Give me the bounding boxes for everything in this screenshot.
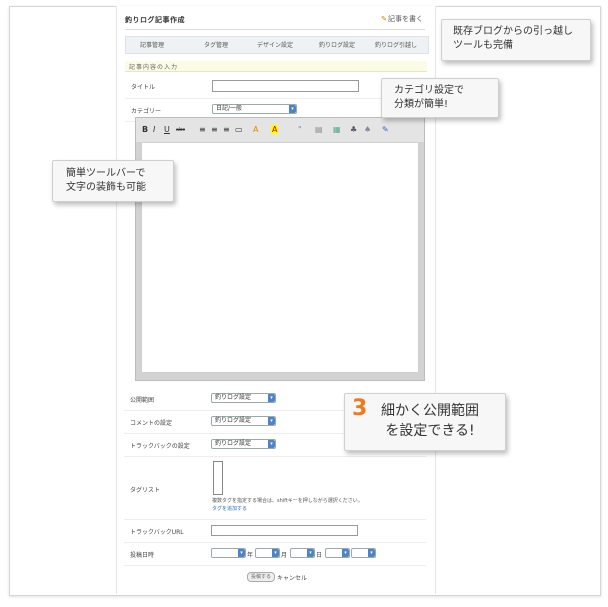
chevron-down-icon: ▾	[342, 549, 349, 557]
title-label: タイトル	[131, 84, 156, 91]
callout-toolbar: 簡単ツールバーで 文字の装飾も可能	[52, 160, 174, 202]
chevron-down-icon: ▾	[268, 417, 275, 425]
post-date-label: 投稿日時	[130, 552, 155, 559]
post-date-row: 投稿日時 ▾ 年 ▾ 月 ▾ 日 ▾ ▾	[124, 543, 426, 566]
pen-icon: ✎	[381, 15, 387, 23]
tab-tag-management[interactable]: タグ管理	[204, 40, 228, 49]
trackback-url-label: トラックバックURL	[130, 529, 184, 536]
chevron-down-icon: ▾	[289, 105, 296, 113]
tag-list-box[interactable]	[213, 461, 223, 495]
quote-button[interactable]: "	[298, 125, 302, 134]
submit-button[interactable]: 投稿する	[247, 572, 275, 582]
category-value: 日記/一般	[216, 105, 243, 112]
cancel-link[interactable]: キャンセル	[277, 573, 307, 582]
comment-label: コメントの設定	[130, 420, 173, 427]
callout-migration: 既存ブログからの引っ越し ツールも完備	[441, 19, 591, 61]
align-center-button[interactable]: ≡	[211, 125, 218, 134]
taglist-row: タグリスト	[124, 457, 426, 520]
comment-value: 釣りログ設定	[215, 417, 252, 424]
tag-hint: 複数タグを指定する場合は、shiftキーを押しながら選択ください。	[212, 498, 363, 504]
hr-button[interactable]: ▭	[235, 125, 243, 134]
chevron-down-icon: ▾	[238, 549, 245, 557]
editor-header: 釣りログ記事作成 ✎記事を書く	[125, 13, 425, 30]
bold-button[interactable]: B	[142, 125, 148, 134]
year-unit: 年	[247, 552, 254, 559]
add-tag-link[interactable]: タグを追加する	[212, 505, 247, 512]
month-select[interactable]: ▾	[255, 548, 280, 558]
tab-article-management[interactable]: 記事管理	[140, 40, 164, 49]
chevron-down-icon: ▾	[268, 394, 275, 402]
day-unit: 日	[316, 552, 323, 559]
visibility-select[interactable]: 釣りログ設定 ▾	[211, 393, 276, 403]
chevron-down-icon: ▾	[272, 549, 279, 557]
trackback-value: 釣りログ設定	[215, 440, 252, 447]
section-heading: 記事内容の入力	[125, 61, 427, 72]
highlight-button[interactable]: A	[271, 125, 279, 134]
callout-category: カテゴリ設定で 分類が簡単!	[381, 78, 499, 118]
step-number: 3	[352, 396, 368, 421]
align-left-button[interactable]: ≡	[199, 125, 206, 134]
trackback-label: トラックバックの設定	[130, 443, 190, 450]
hour-select[interactable]: ▾	[325, 548, 350, 558]
month-unit: 月	[281, 552, 288, 559]
tab-design-settings[interactable]: デザイン設定	[257, 40, 293, 49]
taglist-label: タグリスト	[130, 487, 161, 494]
visibility-value: 釣りログ設定	[215, 394, 252, 401]
year-select[interactable]: ▾	[211, 548, 246, 558]
main-tabs: 記事管理 タグ管理 デザイン設定 釣りログ設定 釣りログ引越し	[125, 36, 429, 54]
strike-button[interactable]: abc	[176, 127, 185, 133]
image-button[interactable]: ▦	[333, 125, 341, 134]
underline-button[interactable]: U	[164, 125, 170, 134]
list-button[interactable]: ▤	[315, 125, 323, 134]
page-title: 釣りログ記事作成	[125, 16, 185, 24]
rich-text-editor: B I U abc ≡ ≡ ≡ ▭ A A " ▤ ▦ ♣ ♠ ✎	[135, 117, 425, 381]
chevron-down-icon: ▾	[268, 440, 275, 448]
trackback-url-input[interactable]	[211, 525, 358, 536]
write-article-label: 記事を書く	[388, 15, 423, 23]
callout-visibility: 3 細かく公開範囲 を設定できる!	[344, 393, 506, 451]
emoji-button[interactable]: ♣	[350, 125, 357, 134]
section-label: 記事内容の入力	[129, 64, 179, 71]
trackback-url-row: トラックバックURL	[124, 520, 426, 543]
editor-toolbar: B I U abc ≡ ≡ ≡ ▭ A A " ▤ ▦ ♣ ♠ ✎	[136, 118, 424, 142]
write-article-link[interactable]: ✎記事を書く	[381, 14, 423, 24]
map-button[interactable]: ♠	[364, 125, 371, 134]
align-right-button[interactable]: ≡	[223, 125, 230, 134]
day-select[interactable]: ▾	[290, 548, 315, 558]
pen-edit-button[interactable]: ✎	[382, 125, 389, 134]
category-select[interactable]: 日記/一般 ▾	[212, 104, 297, 114]
font-color-button[interactable]: A	[253, 125, 258, 134]
italic-button[interactable]: I	[153, 125, 155, 134]
visibility-label: 公開範囲	[130, 397, 155, 404]
minute-select[interactable]: ▾	[351, 548, 376, 558]
tab-log-migration[interactable]: 釣りログ引越し	[375, 40, 417, 49]
comment-select[interactable]: 釣りログ設定 ▾	[211, 416, 276, 426]
category-label: カテゴリー	[131, 108, 162, 115]
callout-visibility-text: 細かく公開範囲 を設定できる!	[381, 403, 479, 439]
chevron-down-icon: ▾	[368, 549, 375, 557]
trackback-select[interactable]: 釣りログ設定 ▾	[211, 439, 276, 449]
tab-log-settings[interactable]: 釣りログ設定	[319, 40, 355, 49]
chevron-down-icon: ▾	[307, 549, 314, 557]
title-input[interactable]	[212, 80, 359, 92]
editor-body[interactable]	[141, 142, 419, 373]
